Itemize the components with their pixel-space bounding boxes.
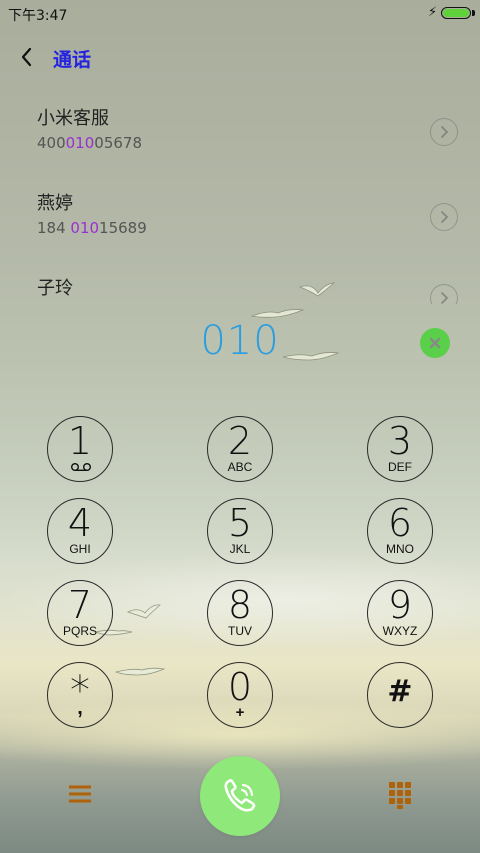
key-5[interactable]: 5 JKL xyxy=(207,498,273,564)
key-digit: 3 xyxy=(387,419,413,463)
key-letters: JKL xyxy=(229,542,251,556)
number-suffix: 05678 xyxy=(94,134,142,152)
key-star[interactable]: * , xyxy=(47,662,113,728)
contact-item[interactable]: 燕婷 184 01015689 xyxy=(0,189,480,269)
number-prefix: 400 xyxy=(37,134,66,152)
chevron-right-icon xyxy=(441,292,449,304)
key-digit: 5 xyxy=(227,501,253,545)
number-suffix: 15689 xyxy=(99,219,147,237)
number-match-highlight: 010 xyxy=(70,219,100,237)
key-letters: GHI xyxy=(69,542,91,556)
chevron-right-icon xyxy=(441,126,449,138)
key-letters: , xyxy=(77,697,83,719)
voicemail-icon xyxy=(71,463,91,472)
dialpad-toggle-button[interactable] xyxy=(387,780,413,810)
dialed-number-display: 010 xyxy=(200,318,280,364)
call-button[interactable] xyxy=(200,756,280,836)
key-3[interactable]: 3 DEF xyxy=(367,416,433,482)
key-4[interactable]: 4 GHI xyxy=(47,498,113,564)
number-prefix: 184 xyxy=(37,219,71,237)
back-button[interactable] xyxy=(14,42,42,72)
key-letters: ABC xyxy=(227,460,253,474)
status-time: 下午3:47 xyxy=(8,8,68,24)
key-letters: + xyxy=(235,704,245,721)
battery-tip xyxy=(472,10,475,16)
key-digit: 1 xyxy=(67,419,93,463)
key-letters: PQRS xyxy=(62,624,97,638)
dialpad-icon xyxy=(389,782,411,809)
key-7[interactable]: 7 PQRS xyxy=(47,580,113,646)
key-letters: TUV xyxy=(228,624,252,638)
clear-digits-button[interactable] xyxy=(420,328,450,358)
key-digit: 2 xyxy=(227,419,253,463)
contact-item[interactable]: 小米客服 40001005678 xyxy=(0,104,480,184)
contact-number: 40001005678 xyxy=(37,134,142,152)
key-2[interactable]: 2 ABC xyxy=(207,416,273,482)
key-digit: 4 xyxy=(67,501,93,545)
contact-detail-button[interactable] xyxy=(430,118,458,146)
contact-name: 燕婷 xyxy=(37,193,73,214)
key-digit: 7 xyxy=(67,583,93,627)
phone-wifi-call-icon xyxy=(224,779,256,812)
key-digit: 8 xyxy=(227,583,253,627)
key-9[interactable]: 9 WXYZ xyxy=(367,580,433,646)
contact-name: 子玲 xyxy=(37,278,73,299)
key-hash[interactable]: # xyxy=(367,662,433,728)
charging-icon: ⚡ xyxy=(428,5,438,20)
chevron-right-icon xyxy=(441,211,449,223)
key-letters: MNO xyxy=(386,542,414,556)
menu-button[interactable] xyxy=(66,780,94,808)
close-icon xyxy=(429,337,441,349)
contact-number: 184 01015689 xyxy=(37,219,147,237)
contact-detail-button[interactable] xyxy=(430,203,458,231)
number-match-highlight: 010 xyxy=(65,134,95,152)
contact-detail-button[interactable] xyxy=(430,284,458,304)
key-6[interactable]: 6 MNO xyxy=(367,498,433,564)
contact-item[interactable]: 子玲 xyxy=(0,274,480,304)
key-8[interactable]: 8 TUV xyxy=(207,580,273,646)
key-letters: WXYZ xyxy=(382,624,418,638)
contact-name: 小米客服 xyxy=(37,108,109,129)
key-0[interactable]: 0 + xyxy=(207,662,273,728)
status-bar: 下午3:47 ⚡ xyxy=(0,0,480,28)
battery-icon xyxy=(441,7,471,19)
menu-icon xyxy=(69,785,91,803)
key-1[interactable]: 1 xyxy=(47,416,113,482)
key-digit: 0 xyxy=(227,665,253,709)
key-digit: # xyxy=(387,674,413,709)
page-title: 通话 xyxy=(53,49,92,71)
chevron-left-icon xyxy=(21,47,32,67)
battery-level-fill xyxy=(443,9,469,17)
key-digit: 6 xyxy=(387,501,413,545)
key-digit: 9 xyxy=(387,583,413,627)
key-letters: DEF xyxy=(388,460,412,474)
